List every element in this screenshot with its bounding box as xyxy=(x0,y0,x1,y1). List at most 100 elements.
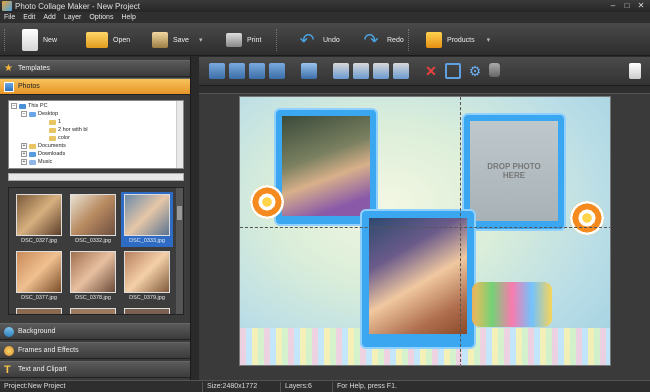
menu-file[interactable]: File xyxy=(4,14,15,21)
redo-label: Redo xyxy=(387,36,404,44)
expand-icon[interactable]: + xyxy=(21,151,27,157)
save-dropdown-icon[interactable]: ▾ xyxy=(199,36,203,44)
new-file-icon xyxy=(22,29,38,51)
menu-layer[interactable]: Layer xyxy=(64,14,82,21)
bring-to-front-icon[interactable] xyxy=(249,63,265,79)
products-dropdown-icon[interactable]: ▾ xyxy=(487,36,491,44)
open-button[interactable]: Open xyxy=(86,27,130,53)
thumbnail-item[interactable] xyxy=(121,306,173,314)
crop-icon[interactable] xyxy=(445,63,461,79)
flip-vertical-icon[interactable] xyxy=(393,63,409,79)
templates-panel-header[interactable]: ★ Templates xyxy=(0,60,190,77)
open-label: Open xyxy=(113,36,131,44)
tree-item-documents[interactable]: + Documents xyxy=(21,142,66,150)
photo-frame-center[interactable] xyxy=(360,209,476,349)
close-button[interactable]: ✕ xyxy=(634,0,648,11)
scrollbar-thumb[interactable] xyxy=(177,206,182,220)
thumbnail-item[interactable]: DSC_0378.jpg xyxy=(67,249,119,304)
maximize-button[interactable]: □ xyxy=(620,0,634,11)
drop-photo-text: DROP PHOTO xyxy=(487,162,541,171)
text-panel-header[interactable]: T Text and Clipart xyxy=(0,361,190,378)
save-button[interactable]: Save ▾ xyxy=(152,27,202,53)
gear-icon[interactable]: ⚙ xyxy=(467,63,483,79)
background-icon xyxy=(4,327,14,337)
tree-item-music[interactable]: + Music xyxy=(21,158,52,166)
text-label: Text and Clipart xyxy=(18,366,67,373)
flip-horizontal-icon[interactable] xyxy=(353,63,369,79)
status-layers: Layers:6 xyxy=(280,382,330,392)
thumbnail-item[interactable]: DSC_0379.jpg xyxy=(121,249,173,304)
thumbnail-scrollbar[interactable] xyxy=(176,188,183,314)
tree-label: color xyxy=(58,135,70,141)
collapse-icon[interactable]: − xyxy=(11,103,17,109)
send-backward-icon[interactable] xyxy=(229,63,245,79)
edit-toolbar: ✕ ⚙ xyxy=(199,57,650,86)
computer-icon xyxy=(19,103,26,109)
left-panel: ★ Templates Photos − This PC − Desktop 1… xyxy=(0,57,191,380)
menu-edit[interactable]: Edit xyxy=(23,14,35,21)
photos-panel-header[interactable]: Photos xyxy=(0,78,190,95)
folder-icon xyxy=(49,119,56,125)
decorative-circle-right xyxy=(570,201,604,235)
expand-icon[interactable]: + xyxy=(21,143,27,149)
thumbnail-item[interactable] xyxy=(67,306,119,314)
bring-forward-icon[interactable] xyxy=(209,63,225,79)
menu-options[interactable]: Options xyxy=(89,14,113,21)
tree-item-desktop[interactable]: − Desktop xyxy=(21,110,58,118)
lock-icon[interactable] xyxy=(489,63,500,77)
star-icon: ★ xyxy=(4,63,13,74)
drop-photo-frame[interactable]: DROP PHOTO HERE xyxy=(462,113,566,231)
tree-label: Desktop xyxy=(38,111,59,117)
flip-icon[interactable] xyxy=(373,63,389,79)
background-panel-header[interactable]: Background xyxy=(0,323,190,340)
delete-icon[interactable]: ✕ xyxy=(423,63,439,79)
tree-horizontal-scrollbar[interactable] xyxy=(8,173,184,181)
tree-item-this-pc[interactable]: − This PC xyxy=(11,102,48,110)
minimize-button[interactable]: – xyxy=(606,0,620,11)
tree-item-folder[interactable]: 1 xyxy=(49,118,61,126)
gift-icon xyxy=(426,32,442,48)
printer-icon xyxy=(226,33,242,47)
photo-thumbnail xyxy=(16,308,62,314)
title-bar: Photo Collage Maker - New Project – □ ✕ xyxy=(0,0,650,12)
page-icon[interactable] xyxy=(629,63,641,79)
text-icon: T xyxy=(4,364,11,376)
menu-add[interactable]: Add xyxy=(43,14,55,21)
align-icon[interactable] xyxy=(301,63,317,79)
tree-scrollbar[interactable] xyxy=(176,101,183,168)
thumbnail-item[interactable]: DSC_0327.jpg xyxy=(13,192,65,247)
rotate-left-icon[interactable] xyxy=(333,63,349,79)
frames-panel-header[interactable]: Frames and Effects xyxy=(0,342,190,359)
collage-page[interactable]: DROP PHOTO HERE xyxy=(239,96,611,366)
print-button[interactable]: Print xyxy=(226,27,261,53)
tree-item-downloads[interactable]: + Downloads xyxy=(21,150,65,158)
tree-item-folder[interactable]: color xyxy=(49,134,70,142)
folder-tree[interactable]: − This PC − Desktop 1 2 hor with bl colo… xyxy=(8,100,184,169)
thumbnail-caption: DSC_0333.jpg xyxy=(129,238,165,244)
drop-photo-here-text: HERE xyxy=(502,171,526,180)
thumbnail-item[interactable]: DSC_0333.jpg xyxy=(121,192,173,247)
redo-button[interactable]: ↷ Redo xyxy=(360,27,404,53)
undo-icon: ↶ xyxy=(299,30,315,50)
expand-icon[interactable]: + xyxy=(21,159,27,165)
photo-image xyxy=(369,218,467,334)
redo-icon: ↷ xyxy=(363,30,379,50)
send-to-back-icon[interactable] xyxy=(269,63,285,79)
new-button[interactable]: New xyxy=(22,27,57,53)
photo-thumbnails: DSC_0327.jpg DSC_0332.jpg DSC_0333.jpg D… xyxy=(8,187,184,315)
photo-frame-top-left[interactable] xyxy=(274,108,378,226)
panel-splitter[interactable] xyxy=(191,57,199,380)
products-button[interactable]: Products ▾ xyxy=(426,27,490,53)
collapse-icon[interactable]: − xyxy=(21,111,27,117)
menu-help[interactable]: Help xyxy=(121,14,135,21)
tree-label: Downloads xyxy=(38,151,66,157)
undo-button[interactable]: ↶ Undo xyxy=(296,27,340,53)
thumbnail-item[interactable]: DSC_0332.jpg xyxy=(67,192,119,247)
main-toolbar: New Open Save ▾ Print ↶ Undo ↷ Redo Prod… xyxy=(0,23,650,56)
tree-item-folder[interactable]: 2 hor with bl xyxy=(49,126,88,134)
status-help: For Help, press F1. xyxy=(332,382,632,392)
undo-label: Undo xyxy=(323,36,340,44)
thumbnail-item[interactable]: DSC_0377.jpg xyxy=(13,249,65,304)
print-label: Print xyxy=(247,36,262,44)
thumbnail-item[interactable] xyxy=(13,306,65,314)
